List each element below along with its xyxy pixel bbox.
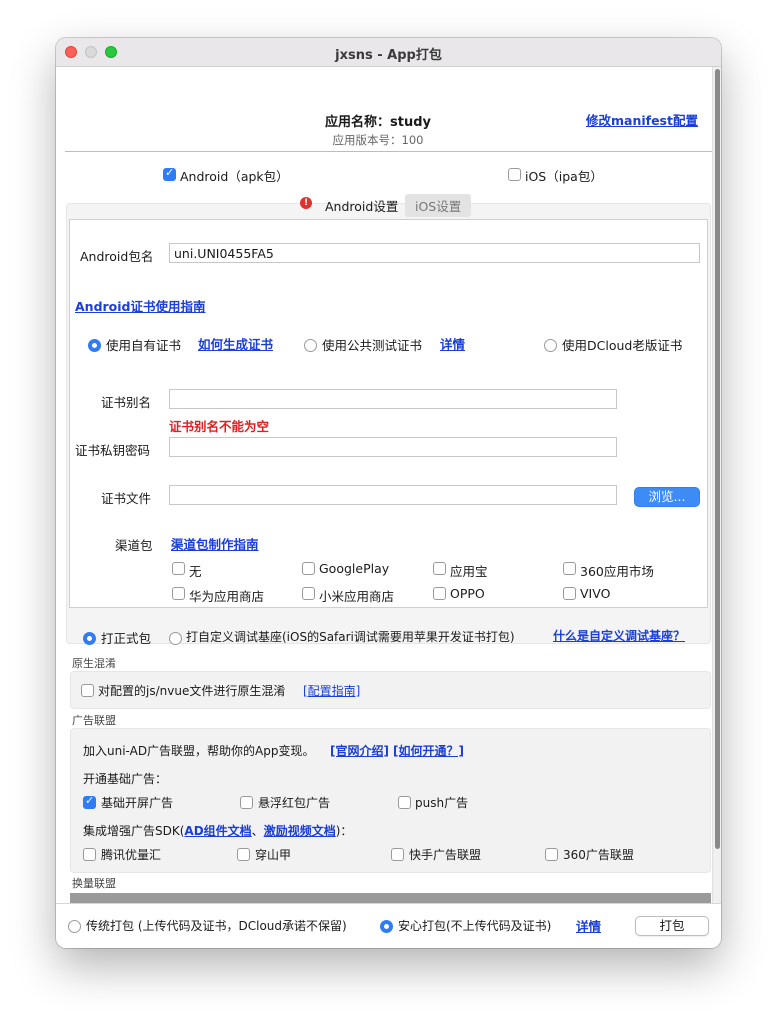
kuaishou-ad-checkbox[interactable] xyxy=(391,848,404,861)
float-redpacket-ad-label: 悬浮红包广告 xyxy=(258,796,331,810)
channel-360-label: 360应用市场 xyxy=(580,564,654,579)
channel-googleplay-checkbox[interactable] xyxy=(302,562,315,575)
title-bar: jxsns - App打包 xyxy=(56,38,721,67)
tencent-ad-label: 腾讯优量汇 xyxy=(101,848,162,862)
channel-xiaomi-label: 小米应用商店 xyxy=(319,589,395,604)
modify-manifest-link[interactable]: 修改manifest配置 xyxy=(586,110,698,129)
channel-none-label: 无 xyxy=(189,564,202,579)
channel-googleplay-label: GooglePlay xyxy=(319,561,390,576)
sdk-title-suffix: )： xyxy=(335,824,353,838)
sdk-title: 集成增强广告SDK(AD组件文档、激励视频文档)： xyxy=(83,822,352,839)
cert-alias-label: 证书别名 xyxy=(101,395,152,410)
android-checkbox-label: Android（apk包） xyxy=(180,169,289,184)
pack-button[interactable]: 打包 xyxy=(635,916,709,936)
traditional-pack-radio[interactable] xyxy=(68,920,81,933)
channel-oppo-label: OPPO xyxy=(450,586,485,601)
cert-alias-error: 证书别名不能为空 xyxy=(169,419,270,434)
cert-password-input[interactable] xyxy=(169,437,617,457)
ad-component-doc-link[interactable]: AD组件文档 xyxy=(184,824,251,838)
ad360-checkbox[interactable] xyxy=(545,848,558,861)
pangle-ad-label: 穿山甲 xyxy=(255,848,292,862)
custom-base-radio[interactable] xyxy=(169,632,182,645)
tab-android-settings[interactable]: Android设置 xyxy=(325,196,398,215)
splash-ad-label: 基础开屏广告 xyxy=(101,796,174,810)
safe-pack-details-link[interactable]: 详情 xyxy=(576,916,601,935)
custom-base-label: 打自定义调试基座(iOS的Safari调试需要用苹果开发证书打包) xyxy=(186,630,515,644)
cert-file-label: 证书文件 xyxy=(101,491,152,506)
formal-build-radio[interactable] xyxy=(83,632,96,645)
cert-password-label: 证书私钥密码 xyxy=(75,443,151,458)
pangle-ad-checkbox[interactable] xyxy=(237,848,250,861)
obfuscation-label: 对配置的js/nvue文件进行原生混淆 xyxy=(98,684,286,698)
header-divider xyxy=(65,151,712,152)
obfuscation-guide-link[interactable]: [配置指南] xyxy=(303,682,360,699)
channel-huawei-checkbox[interactable] xyxy=(172,587,185,600)
android-cert-guide-link[interactable]: Android证书使用指南 xyxy=(75,296,206,315)
tencent-ad-checkbox[interactable] xyxy=(83,848,96,861)
exchange-section-label: 换量联盟 xyxy=(72,877,116,890)
cert-details-link[interactable]: 详情 xyxy=(440,334,465,353)
footer-bar: 传统打包 (上传代码及证书，DCloud承诺不保留) 安心打包(不上传代码及证书… xyxy=(56,903,721,948)
push-ad-checkbox[interactable] xyxy=(398,796,411,809)
obfuscation-checkbox[interactable] xyxy=(81,684,94,697)
reward-video-doc-link[interactable]: 激励视频文档 xyxy=(264,824,336,838)
how-generate-cert-link[interactable]: 如何生成证书 xyxy=(198,334,273,353)
sdk-title-sep: 、 xyxy=(251,824,264,838)
ios-checkbox-label: iOS（ipa包） xyxy=(525,169,603,184)
vertical-scrollbar[interactable] xyxy=(712,67,721,903)
app-version: 应用版本号：100 xyxy=(332,133,424,147)
channel-360-checkbox[interactable] xyxy=(563,562,576,575)
splash-ad-checkbox[interactable] xyxy=(83,794,96,809)
ads-how-link[interactable]: [如何开通？] xyxy=(393,742,464,759)
channel-yingyongbao-checkbox[interactable] xyxy=(433,562,446,575)
channel-vivo-checkbox[interactable] xyxy=(563,587,576,600)
main-content: 应用名称：study 应用版本号：100 修改manifest配置 Androi… xyxy=(56,67,712,903)
basic-ads-title: 开通基础广告： xyxy=(83,772,168,786)
sdk-title-prefix: 集成增强广告SDK( xyxy=(83,824,185,838)
channel-guide-link[interactable]: 渠道包制作指南 xyxy=(171,534,259,553)
tab-ios-settings[interactable]: iOS设置 xyxy=(405,194,472,217)
what-custom-base-link[interactable]: 什么是自定义调试基座？ xyxy=(553,627,685,644)
ads-site-link[interactable]: [官网介绍] xyxy=(330,742,389,759)
ios-checkbox[interactable] xyxy=(508,168,521,181)
ad360-label: 360广告联盟 xyxy=(563,848,634,862)
app-window: jxsns - App打包 应用名称：study 应用版本号：100 修改man… xyxy=(56,38,721,948)
dcloud-old-cert-radio[interactable] xyxy=(544,339,557,352)
ads-intro-text: 加入uni-AD广告联盟，帮助你的App变现。 xyxy=(83,744,315,758)
public-test-cert-radio[interactable] xyxy=(304,339,317,352)
own-cert-radio[interactable] xyxy=(88,339,101,352)
scrollbar-thumb[interactable] xyxy=(715,69,720,849)
channel-huawei-label: 华为应用商店 xyxy=(189,589,265,604)
cert-file-input[interactable] xyxy=(169,485,617,505)
safe-pack-radio[interactable] xyxy=(380,920,393,933)
kuaishou-ad-label: 快手广告联盟 xyxy=(409,848,482,862)
channel-vivo-label: VIVO xyxy=(580,586,611,601)
channel-label: 渠道包 xyxy=(115,538,153,553)
channel-none-checkbox[interactable] xyxy=(172,562,185,575)
horizontal-scrollbar[interactable] xyxy=(70,893,711,903)
cert-alias-input[interactable] xyxy=(169,389,617,409)
float-redpacket-ad-checkbox[interactable] xyxy=(240,796,253,809)
formal-build-label: 打正式包 xyxy=(101,631,152,646)
own-cert-label: 使用自有证书 xyxy=(106,338,182,353)
browse-button[interactable]: 浏览... xyxy=(634,487,700,507)
dcloud-old-cert-label: 使用DCloud老版证书 xyxy=(562,338,683,353)
package-name-label: Android包名 xyxy=(80,249,154,264)
safe-pack-label: 安心打包(不上传代码及证书) xyxy=(398,919,552,933)
public-test-cert-label: 使用公共测试证书 xyxy=(322,338,423,353)
android-checkbox[interactable] xyxy=(163,166,176,181)
traditional-pack-label: 传统打包 (上传代码及证书，DCloud承诺不保留) xyxy=(86,919,347,933)
channel-oppo-checkbox[interactable] xyxy=(433,587,446,600)
window-title: jxsns - App打包 xyxy=(335,48,442,63)
package-name-input[interactable]: uni.UNI0455FA5 xyxy=(169,243,700,263)
android-settings-box xyxy=(69,219,708,608)
ads-section-label: 广告联盟 xyxy=(72,714,116,727)
obfuscation-section-label: 原生混淆 xyxy=(72,657,116,670)
warning-icon: ! xyxy=(300,197,312,209)
channel-xiaomi-checkbox[interactable] xyxy=(302,587,315,600)
channel-yingyongbao-label: 应用宝 xyxy=(450,564,488,579)
push-ad-label: push广告 xyxy=(415,796,469,810)
